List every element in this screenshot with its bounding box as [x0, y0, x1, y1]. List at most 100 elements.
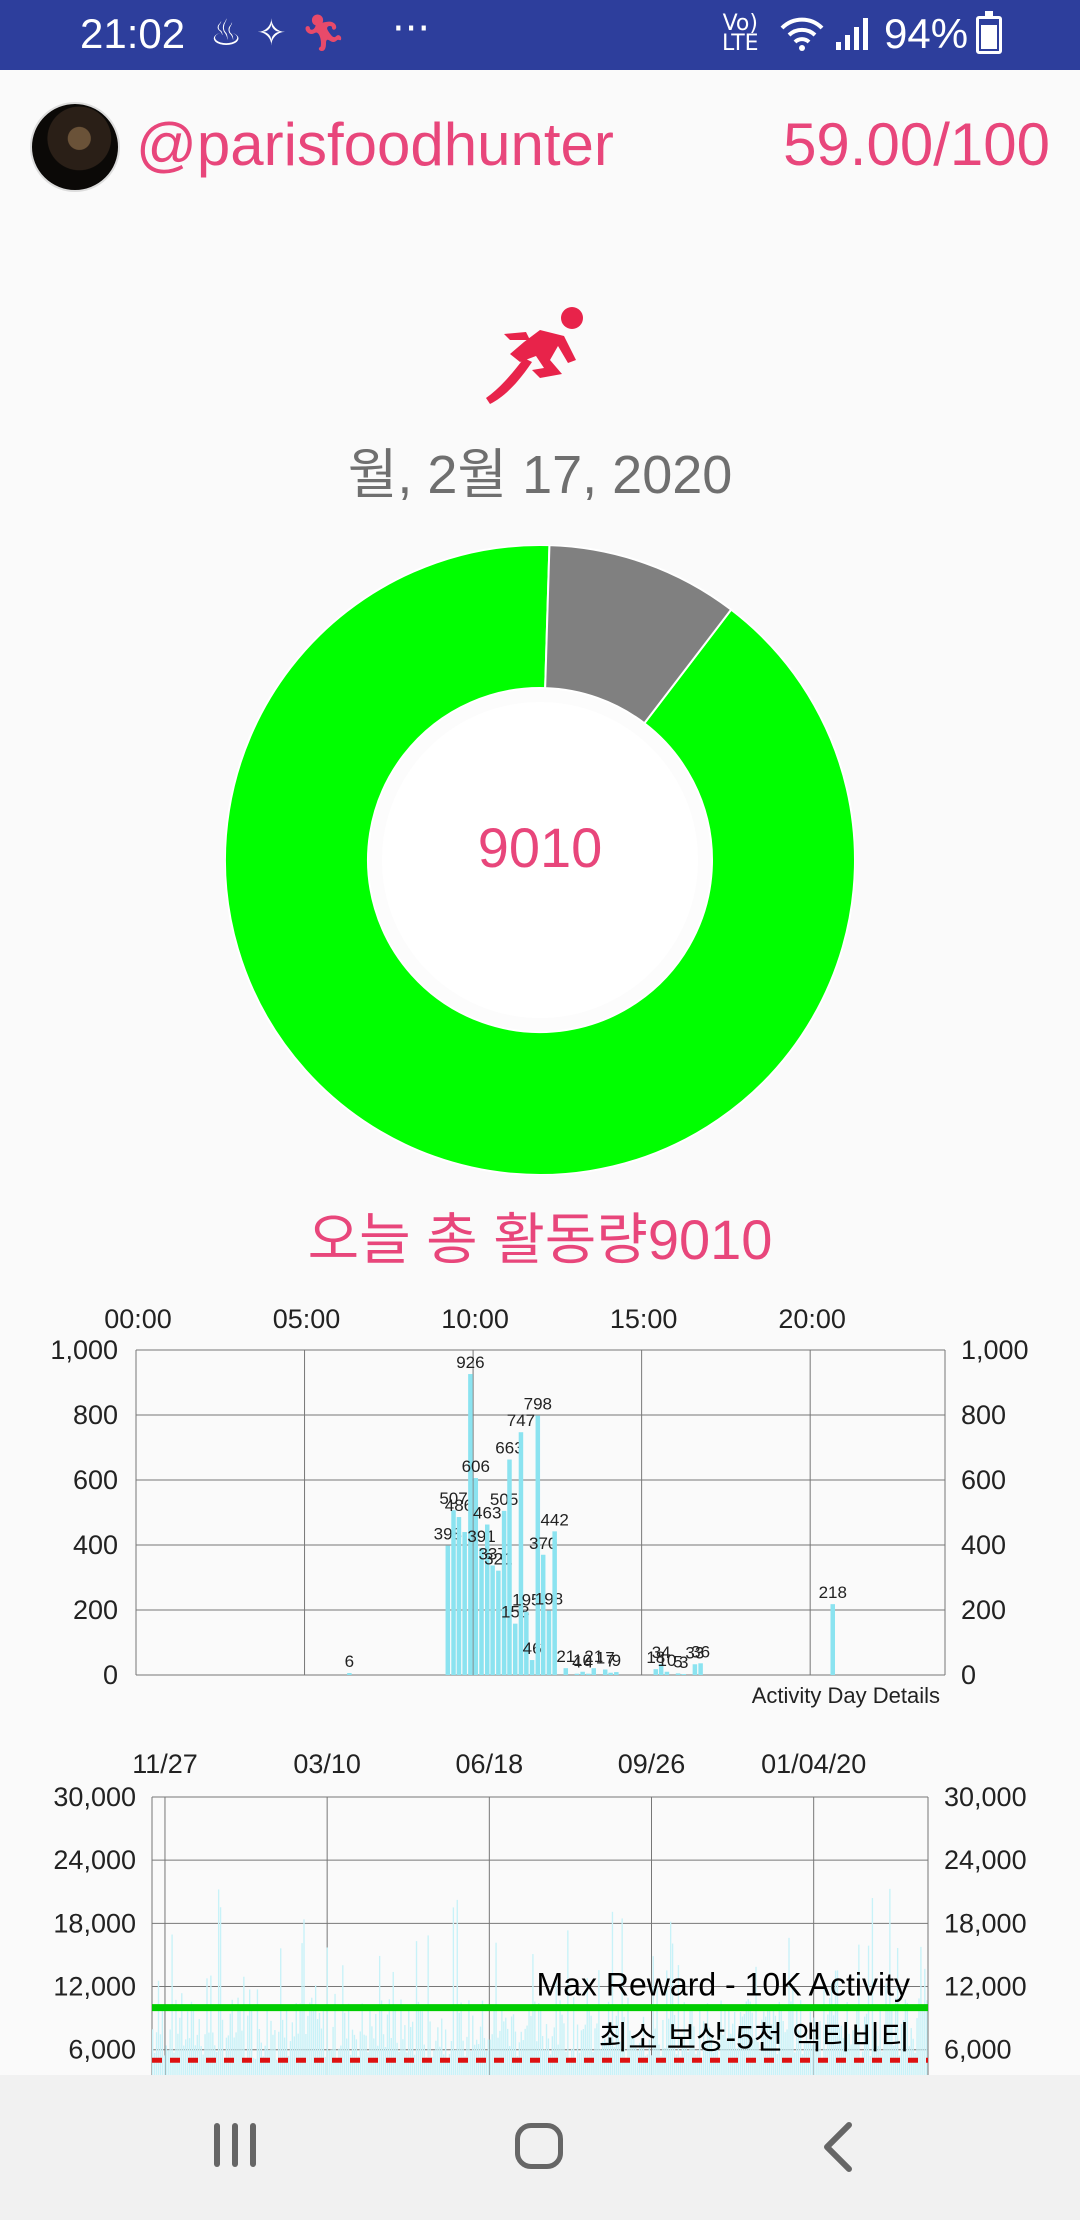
bar-value-label: 606 — [462, 1457, 490, 1476]
activity-bar — [698, 1663, 703, 1675]
history-bar — [435, 2040, 437, 2075]
history-bar — [363, 2034, 365, 2075]
activity-bar — [563, 1668, 569, 1675]
history-bar — [528, 2010, 530, 2075]
y-tick-label-left: 18,000 — [53, 1908, 136, 1938]
y-tick-label-left: 12,000 — [53, 1972, 136, 2002]
runner-small-icon: 🏃︎ — [300, 13, 361, 54]
activity-bar — [479, 1547, 484, 1675]
x-tick-label: 11/27 — [132, 1749, 198, 1779]
history-bar — [212, 2032, 214, 2075]
history-bar — [429, 2021, 431, 2075]
history-bar — [281, 2019, 284, 2075]
history-bar — [320, 2028, 323, 2075]
history-bar — [411, 2021, 414, 2075]
history-bar — [346, 2038, 348, 2075]
history-bar — [241, 2030, 243, 2075]
bar-value-label: 6 — [345, 1652, 354, 1671]
history-bar — [202, 2054, 204, 2075]
history-bar — [353, 2034, 356, 2075]
bar-value-label: 926 — [456, 1353, 484, 1372]
history-bar — [219, 1907, 222, 2075]
bar-value-label: 747 — [507, 1411, 535, 1430]
history-bar — [794, 2052, 796, 2075]
history-bar — [190, 2001, 193, 2075]
history-bar — [307, 2015, 309, 2075]
history-bar — [384, 2046, 387, 2075]
x-tick-label: 09/26 — [618, 1749, 686, 1779]
history-bar — [309, 2002, 311, 2075]
history-bar — [520, 2031, 522, 2075]
history-bar — [369, 2006, 371, 2075]
bar-value-label: 36 — [691, 1642, 710, 1661]
activity-bar — [540, 1554, 546, 1675]
recents-button[interactable] — [200, 2115, 270, 2179]
avatar[interactable] — [30, 102, 120, 192]
history-bar — [371, 2026, 373, 2075]
history-bar — [188, 2038, 191, 2075]
history-bar — [152, 2029, 154, 2075]
history-bar — [252, 2057, 255, 2075]
history-bar — [561, 2014, 563, 2075]
history-bar — [563, 2023, 565, 2075]
notification-icon: ♨ — [210, 13, 257, 54]
back-button[interactable] — [805, 2115, 875, 2179]
activity-bar — [462, 1532, 467, 1675]
history-bar — [512, 2014, 515, 2075]
activity-bar — [614, 1672, 619, 1675]
y-tick-label-right: 0 — [961, 1660, 976, 1690]
history-bar — [229, 2013, 231, 2075]
history-bar — [475, 2039, 478, 2075]
history-bar — [351, 2029, 354, 2075]
history-bar — [155, 2032, 158, 2075]
y-tick-label-left: 0 — [103, 1660, 118, 1690]
history-bar — [305, 2033, 307, 2075]
activity-bar — [653, 1669, 659, 1675]
history-bar — [540, 2005, 542, 2075]
activity-bar — [451, 1510, 456, 1675]
history-bar — [926, 2000, 928, 2075]
history-bar — [567, 1930, 569, 2075]
history-bar — [712, 2052, 715, 2075]
history-bar — [507, 2028, 509, 2075]
history-bar — [355, 2039, 358, 2075]
battery-icon — [976, 11, 1002, 54]
history-bar — [441, 2018, 443, 2075]
history-bar — [344, 2012, 346, 2075]
history-bar — [454, 2049, 456, 2075]
history-bar — [266, 2010, 268, 2075]
history-bar — [216, 2051, 218, 2075]
username[interactable]: @parisfoodhunter — [136, 110, 614, 179]
history-bar — [380, 2000, 383, 2075]
today-total-label: 오늘 총 활동량9010 — [307, 1208, 773, 1271]
history-bar — [448, 2053, 451, 2075]
history-bar — [497, 2037, 499, 2075]
history-bar — [450, 2040, 453, 2075]
history-bar — [299, 2003, 301, 2075]
history-bar — [543, 2049, 546, 2075]
history-bar — [458, 2012, 460, 2075]
history-bar — [549, 2054, 552, 2075]
history-bar — [291, 2022, 294, 2075]
y-tick-label-right: 18,000 — [944, 1908, 1027, 1938]
history-bar — [413, 2054, 416, 2075]
history-bar — [559, 2000, 561, 2075]
y-tick-label-right: 200 — [961, 1595, 1006, 1625]
history-bar — [650, 2055, 652, 2075]
activity-date[interactable]: 월, 2월 17, 2020 — [0, 430, 1080, 509]
history-bar — [408, 2008, 410, 2075]
history-bar — [254, 2058, 257, 2075]
navigation-bar — [0, 2075, 1080, 2220]
history-bar — [468, 2000, 470, 2075]
history-bar — [410, 2026, 412, 2075]
history-bar — [576, 2024, 579, 2075]
home-button[interactable] — [505, 2115, 575, 2179]
history-bar — [479, 2026, 482, 2075]
activity-bar — [496, 1570, 501, 1675]
history-bar — [524, 2028, 526, 2075]
history-bar — [489, 2039, 491, 2075]
x-tick-label: 15:00 — [610, 1304, 678, 1334]
score: 59.00/100 — [783, 111, 1050, 178]
history-bar — [592, 2052, 594, 2075]
bar-value-label: 798 — [524, 1395, 552, 1414]
